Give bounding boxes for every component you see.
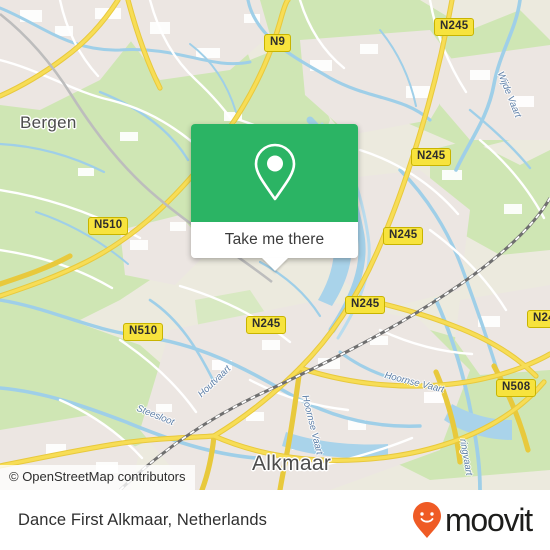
road-shield-n510-upper: N510 — [88, 217, 129, 235]
road-shield-n508: N508 — [496, 379, 537, 397]
moovit-smiley-pin-icon — [412, 502, 441, 538]
road-shield-n9: N9 — [264, 34, 292, 52]
road-shield-n245-lower: N245 — [345, 296, 386, 314]
footer-bar: Dance First Alkmaar, Netherlands moovit — [0, 490, 550, 550]
card-pin-area — [191, 124, 358, 222]
road-shield-n245-mid: N245 — [383, 227, 424, 245]
place-callout-card[interactable]: Take me there — [191, 124, 358, 271]
moovit-wordmark: moovit — [444, 502, 533, 538]
location-pin-icon — [254, 143, 295, 201]
road-shield-n245-top: N245 — [434, 18, 475, 36]
road-shield-n245-left: N245 — [246, 316, 287, 334]
take-me-there-label: Take me there — [224, 231, 325, 248]
card-pointer-tail — [261, 258, 288, 271]
map-attribution[interactable]: © OpenStreetMap contributors — [0, 465, 195, 490]
card-action-bar[interactable]: Take me there — [191, 222, 358, 271]
place-title: Dance First Alkmaar, Netherlands — [18, 510, 267, 529]
road-shield-n24-clipped: N24 — [527, 310, 550, 328]
moovit-logo[interactable]: moovit — [412, 501, 533, 539]
moovit-place-card-screenshot: Bergen Alkmaar Wijde Vaart Houtvaart Ste… — [0, 0, 550, 550]
road-shield-n245-upper: N245 — [411, 148, 452, 166]
road-shield-n510-lower: N510 — [123, 323, 164, 341]
